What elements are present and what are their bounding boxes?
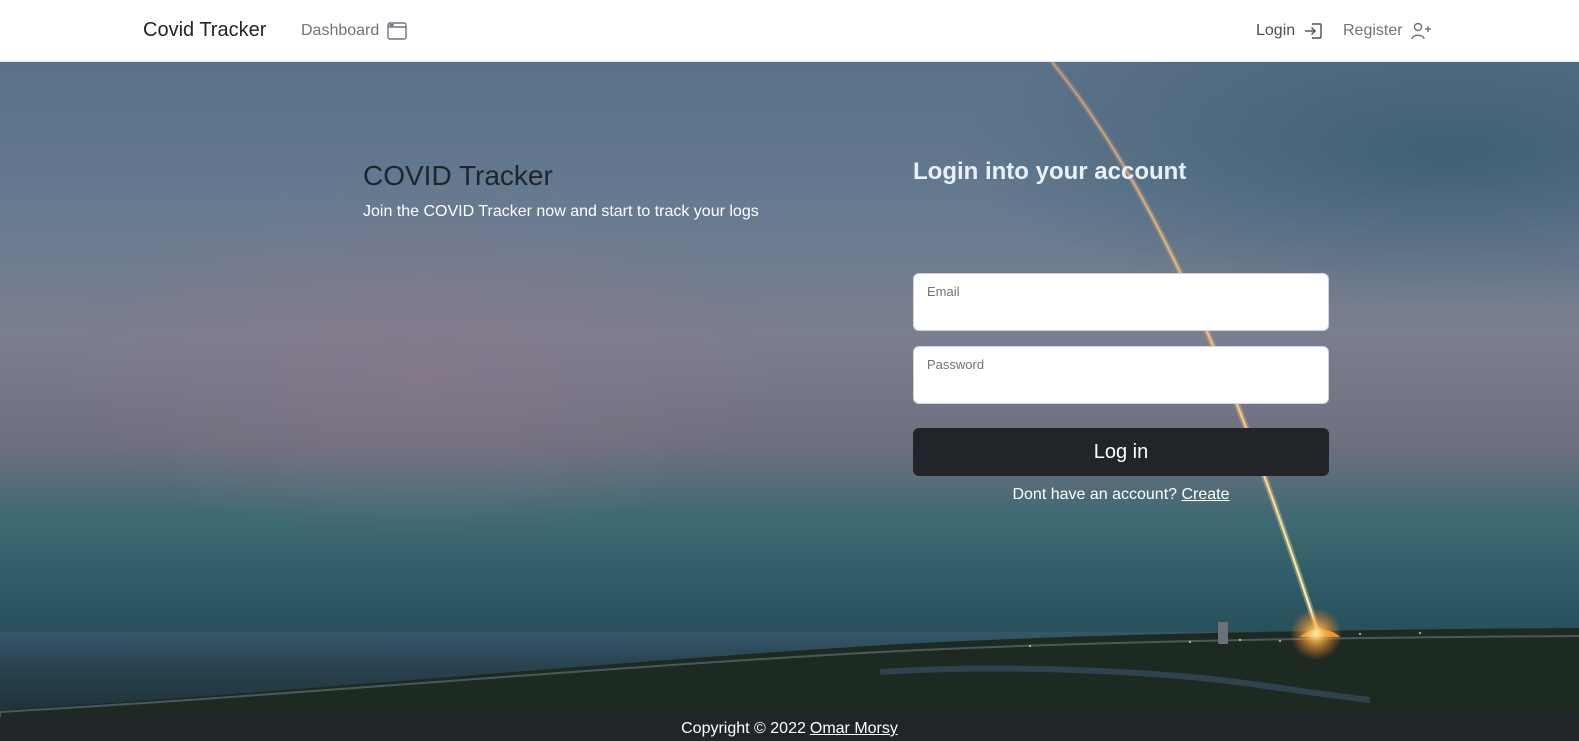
hero-title: COVID Tracker [363,160,553,191]
password-input[interactable] [926,375,1318,399]
login-heading: Login into your account [913,158,1187,185]
email-field[interactable]: Email [913,273,1329,331]
nav-link-login[interactable]: Login [1256,22,1323,40]
window-icon [387,22,407,40]
password-field[interactable]: Password [913,346,1329,404]
nav-link-register[interactable]: Register [1343,22,1433,40]
person-plus-icon [1410,22,1433,40]
signup-prompt-text: Dont have an account? [1012,486,1178,503]
create-account-link[interactable]: Create [1181,486,1229,503]
brand-link[interactable]: Covid Tracker [143,19,266,42]
password-label: Password [927,357,985,372]
hero-section: COVID Tracker Join the COVID Tracker now… [0,62,1579,717]
nav-link-login-label: Login [1256,22,1296,39]
hero-subtitle: Join the COVID Tracker now and start to … [363,203,759,220]
copyright-text: Copyright © 2022 [681,720,806,737]
nav-link-dashboard[interactable]: Dashboard [301,22,407,40]
email-input[interactable] [926,302,1318,326]
rocket-trail-backdrop [1049,62,1342,660]
signup-prompt: Dont have an account? Create [913,486,1329,504]
box-arrow-in-right-icon [1303,22,1323,40]
email-label: Email [927,284,960,299]
author-link[interactable]: Omar Morsy [810,720,898,738]
nav-link-register-label: Register [1343,22,1403,39]
login-button[interactable]: Log in [913,428,1329,476]
top-navbar: Covid Tracker Dashboard Login Register [0,0,1579,62]
coastline-backdrop [0,622,1579,717]
footer: Copyright © 2022 Omar Morsy [0,717,1579,741]
nav-link-dashboard-label: Dashboard [301,22,380,39]
